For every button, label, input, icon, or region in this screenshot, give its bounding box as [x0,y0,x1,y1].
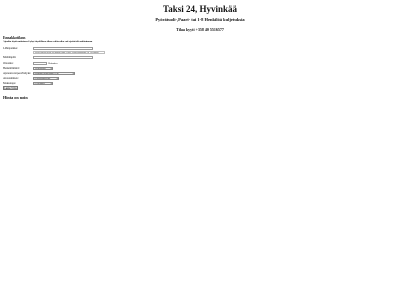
avustaminen-value: Ei avustustarvetta [34,77,51,80]
maaranpaa-label: Määränpää: [3,56,17,59]
henkilomaara-select[interactable]: 1-4 henkilöä ▾ [33,66,53,71]
avustaminen-select[interactable]: Ei avustustarvetta ▾ [33,76,59,81]
site-title: Taksi 24, Hyvinkää [163,4,237,14]
calculate-price-button[interactable]: Laske hinta [3,86,18,90]
ajoneuvo-select[interactable]: Normaali henkilöauto (1-4) ▾ [33,71,75,76]
ottoaika-input[interactable] [33,61,47,65]
booking-note: Ajoaika täytä mukainen-Lyhyt täydellinen… [3,40,93,43]
chevron-down-icon: ▾ [56,77,58,80]
maaranpaa-input[interactable] [33,55,93,59]
site-subtitle: Pyörätuoli-,Paari- tai 1-8 Henkilöä kulj… [155,17,245,22]
chevron-down-icon: ▾ [50,82,52,85]
chevron-down-icon: ▾ [72,72,74,75]
ajoneuvo-value: Normaali henkilöauto (1-4) [34,72,59,75]
chevron-down-icon: ▾ [50,67,52,70]
row-maaranpaa: Määränpää: [3,55,203,60]
maksutapa-select[interactable]: Ei valittuna ▾ [33,81,53,86]
price-heading: Hinta on noin [3,95,28,100]
henkilomaara-value: 1-4 henkilöä [34,67,46,70]
maksutapa-value: Ei valittuna [34,82,45,85]
phone-number: Tilaa kyyti +358 40 5516577 [176,27,224,32]
row-maksutapa: Maksutapa: Ei valittuna ▾ [3,81,203,86]
lahtopaikka-hint: Syötä tarkka osoite tai paikan nimi. Esi… [33,50,105,54]
page: Taksi 24, Hyvinkää Pyörätuoli-,Paari- ta… [0,0,400,300]
